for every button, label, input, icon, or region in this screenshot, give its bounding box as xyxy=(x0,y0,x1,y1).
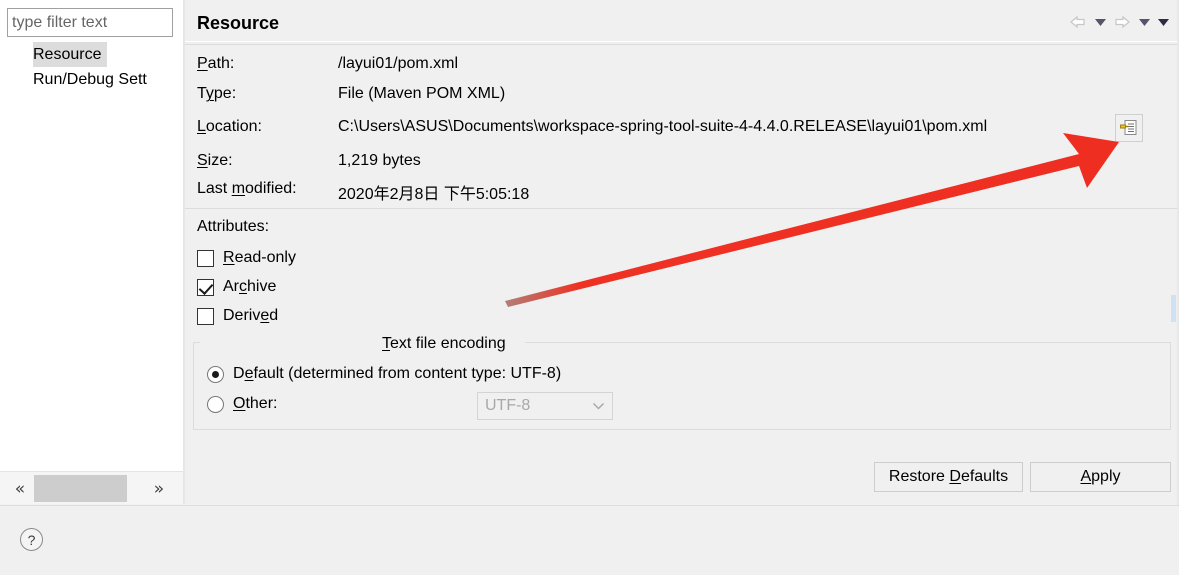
radio-button-other[interactable] xyxy=(207,395,224,413)
sidebar-item-resource[interactable]: Resource xyxy=(33,42,108,67)
last-modified-label: Last modified: xyxy=(197,180,297,197)
settings-tree: Resource Run/Debug Sett xyxy=(0,42,183,92)
type-label: Type: xyxy=(197,85,237,102)
navigation-toolbar xyxy=(1067,8,1171,36)
settings-tree-panel: Resource Run/Debug Sett « » xyxy=(0,0,183,504)
checkbox-read-only[interactable]: Read-only xyxy=(197,245,296,271)
encoding-select-value: UTF-8 xyxy=(485,397,531,414)
attributes-label: Attributes: xyxy=(197,218,270,235)
location-label: Location: xyxy=(197,118,262,135)
chevron-down-icon[interactable] xyxy=(584,393,612,419)
page-title: Resource xyxy=(197,13,280,33)
sidebar-item-run-debug-settings[interactable]: Run/Debug Sett xyxy=(0,67,183,92)
radio-other-encoding[interactable]: Other: xyxy=(207,391,277,417)
apply-label: Apply xyxy=(1080,468,1121,485)
filter-input-wrapper xyxy=(7,8,173,37)
group-border-right xyxy=(525,342,1171,343)
forward-arrow-icon[interactable] xyxy=(1111,9,1133,35)
path-label: Path: xyxy=(197,55,235,72)
menu-dropdown-icon[interactable] xyxy=(1155,9,1171,35)
forward-dropdown-icon[interactable] xyxy=(1136,9,1152,35)
apply-button[interactable]: Apply xyxy=(1030,462,1171,492)
reveal-in-explorer-icon[interactable] xyxy=(1115,114,1143,142)
checkbox-archive[interactable]: Archive xyxy=(197,274,276,300)
scroll-indicator xyxy=(1171,295,1176,322)
checkbox-label-read-only: Read-only xyxy=(223,249,296,266)
scrollbar-thumb[interactable] xyxy=(34,475,127,502)
properties-dialog: Resource Run/Debug Sett « » Resource xyxy=(0,0,1179,575)
section-separator xyxy=(185,208,1179,209)
radio-label-other: Other: xyxy=(233,395,278,412)
back-dropdown-icon[interactable] xyxy=(1092,9,1108,35)
checkbox-box-derived[interactable] xyxy=(197,307,214,325)
checkbox-derived[interactable]: Derived xyxy=(197,303,278,329)
last-modified-value: 2020年2月8日 下午5:05:18 xyxy=(338,186,530,203)
search-input[interactable] xyxy=(7,8,173,37)
encoding-select[interactable]: UTF-8 xyxy=(477,392,613,420)
path-value: /layui01/pom.xml xyxy=(338,55,459,72)
restore-defaults-button[interactable]: Restore Defaults xyxy=(874,462,1023,492)
size-value: 1,219 bytes xyxy=(338,152,421,169)
tree-row: Run/Debug Sett xyxy=(0,67,183,92)
checkbox-label-archive: Archive xyxy=(223,278,277,295)
radio-button-default[interactable] xyxy=(207,365,224,383)
restore-defaults-label: Restore Defaults xyxy=(888,468,1009,485)
scroll-right-icon[interactable]: » xyxy=(145,472,173,505)
tree-row: Resource xyxy=(0,42,183,67)
checkbox-box-archive[interactable] xyxy=(197,278,214,296)
radio-default-encoding[interactable]: Default (determined from content type: U… xyxy=(207,361,561,387)
location-value: C:\Users\ASUS\Documents\workspace-spring… xyxy=(338,118,988,135)
resource-properties-panel: Resource Path: /layui01/pom.xml Type: Fi… xyxy=(185,0,1179,505)
header-highlight xyxy=(185,41,1179,42)
dialog-button-bar: ? Apply and Close Cancel xyxy=(0,505,1179,575)
size-label: Size: xyxy=(197,152,233,169)
radio-label-default: Default (determined from content type: U… xyxy=(233,365,562,382)
text-file-encoding-title: Text file encoding xyxy=(377,335,511,353)
type-value: File (Maven POM XML) xyxy=(338,85,506,102)
panel-header: Resource xyxy=(185,0,1179,45)
back-arrow-icon[interactable] xyxy=(1067,9,1089,35)
help-icon[interactable]: ? xyxy=(20,528,43,551)
scroll-left-icon[interactable]: « xyxy=(6,472,34,505)
checkbox-box-read-only[interactable] xyxy=(197,249,214,267)
sidebar-horizontal-scrollbar[interactable]: « » xyxy=(0,471,183,504)
header-separator xyxy=(185,44,1179,45)
checkbox-label-derived: Derived xyxy=(223,307,279,324)
